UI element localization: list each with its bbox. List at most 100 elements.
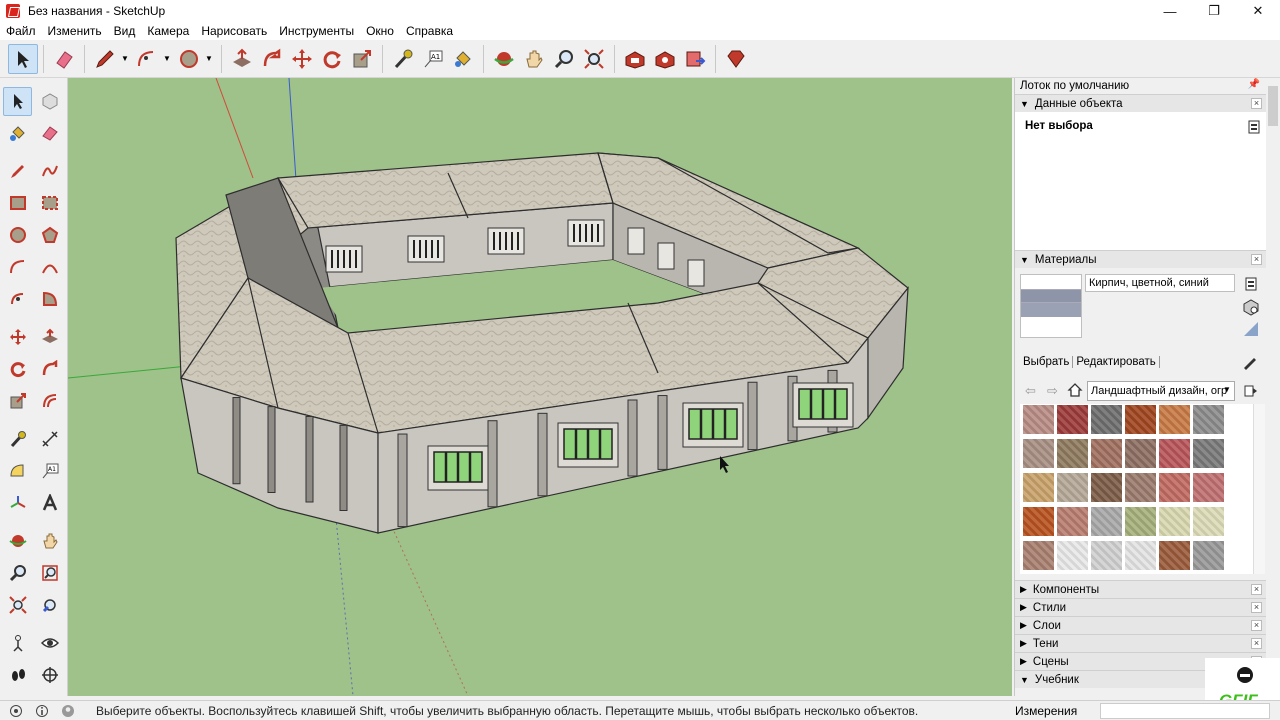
material-swatch[interactable] [1125,439,1156,468]
arc-tool-button[interactable] [132,44,162,74]
material-swatch[interactable] [1159,507,1190,536]
rotate-button[interactable] [317,44,347,74]
zoom-button[interactable] [549,44,579,74]
components-header[interactable]: ▶ Компоненты × [1015,580,1266,598]
close-icon[interactable]: × [1251,638,1262,649]
details-arrow-icon[interactable] [1244,384,1258,398]
freehand-tool-button[interactable] [35,157,64,186]
move-tool-button[interactable] [3,323,32,352]
menu-camera[interactable]: Камера [141,24,195,38]
paint-bucket-button[interactable] [448,44,478,74]
material-swatch[interactable] [1193,541,1224,570]
position-camera-button[interactable] [3,629,32,658]
polygon-tool-button[interactable] [35,221,64,250]
select-tool-button[interactable] [3,86,32,116]
menu-file[interactable]: Файл [0,24,42,38]
material-swatch[interactable] [1091,507,1122,536]
tray-scrollbar[interactable] [1266,78,1280,696]
material-swatch[interactable] [1193,507,1224,536]
materials-header[interactable]: ▼ Материалы × [1015,250,1266,268]
pin-icon[interactable]: 📌 [1248,79,1260,90]
material-swatch[interactable] [1091,405,1122,434]
material-swatch[interactable] [1091,541,1122,570]
extension-warehouse-button[interactable] [650,44,680,74]
default-material-icon[interactable] [1242,320,1260,338]
push-pull-tool-button[interactable] [35,323,64,352]
material-swatch[interactable] [1159,541,1190,570]
material-swatch[interactable] [1057,507,1088,536]
scale-button[interactable] [347,44,377,74]
building-model[interactable] [68,78,1012,696]
tray-scroll-thumb[interactable] [1268,86,1278,126]
arc-dropdown[interactable]: ▼ [162,44,172,74]
axes-tool-button[interactable] [3,489,32,518]
line-tool-button[interactable] [3,157,32,186]
material-swatch[interactable] [1159,405,1190,434]
close-icon[interactable]: ✕ [1236,0,1280,22]
zoom-window-tool-button[interactable] [35,559,64,588]
two-point-arc-button[interactable] [35,253,64,282]
library-dropdown[interactable]: Ландшафтный дизайн, огр [1087,381,1235,401]
tape-measure-button[interactable] [388,44,418,74]
shadows-header[interactable]: ▶ Тени × [1015,634,1266,652]
menu-tools[interactable]: Инструменты [273,24,360,38]
eraser-tool-button[interactable] [49,44,79,74]
pie-tool-button[interactable] [35,285,64,314]
tape-measure-tool-button[interactable] [3,425,32,454]
send-to-layout-button[interactable] [680,44,710,74]
material-swatch[interactable] [1193,473,1224,502]
previous-view-button[interactable] [35,591,64,620]
material-swatch[interactable] [1159,439,1190,468]
material-swatch[interactable] [1125,473,1156,502]
scale-tool-button[interactable] [3,387,32,416]
follow-me-button[interactable] [257,44,287,74]
shapes-tool-button[interactable] [174,44,204,74]
menu-help[interactable]: Справка [400,24,459,38]
rectangle-tool-button[interactable] [3,189,32,218]
material-swatch[interactable] [1091,439,1122,468]
close-icon[interactable]: × [1251,98,1262,109]
move-button[interactable] [287,44,317,74]
sample-paint-icon[interactable] [1242,354,1258,370]
close-icon[interactable]: × [1251,620,1262,631]
forward-arrow-icon[interactable]: ⇨ [1047,383,1058,399]
pan-button[interactable] [519,44,549,74]
details-icon[interactable] [1244,276,1258,292]
three-point-arc-button[interactable] [3,285,32,314]
measurements-field[interactable] [1100,703,1270,719]
orbit-button[interactable] [489,44,519,74]
offset-tool-button[interactable] [35,387,64,416]
material-swatch[interactable] [1023,405,1054,434]
material-swatch[interactable] [1125,405,1156,434]
material-swatch[interactable] [1057,405,1088,434]
walk-tool-button[interactable] [3,661,32,690]
material-swatch[interactable] [1125,541,1156,570]
select-tool-button[interactable] [8,43,38,74]
zoom-extents-tool-button[interactable] [3,591,32,620]
follow-me-tool-button[interactable] [35,355,64,384]
menu-window[interactable]: Окно [360,24,400,38]
paint-bucket-button[interactable] [3,119,32,148]
entity-info-details-icon[interactable] [1248,120,1260,134]
entity-info-header[interactable]: ▼ Данные объекта × [1015,94,1266,112]
material-swatch[interactable] [1023,541,1054,570]
chevron-down-icon[interactable]: ▼ [1223,385,1231,394]
restore-icon[interactable]: ❐ [1192,0,1236,22]
menu-edit[interactable]: Изменить [42,24,108,38]
rotated-rectangle-button[interactable] [35,189,64,218]
material-swatch[interactable] [1023,507,1054,536]
menu-view[interactable]: Вид [108,24,142,38]
material-name-field[interactable]: Кирпич, цветной, синий [1085,274,1235,292]
pencil-dropdown[interactable]: ▼ [120,44,130,74]
credits-info-icon[interactable] [32,703,52,719]
circle-tool-button[interactable] [3,221,32,250]
menu-draw[interactable]: Нарисовать [195,24,273,38]
tab-select[interactable]: Выбрать [1020,356,1074,368]
pencil-tool-button[interactable] [90,44,120,74]
arc-tool-button[interactable] [3,253,32,282]
close-icon[interactable]: × [1251,602,1262,613]
material-swatch[interactable] [1057,439,1088,468]
material-swatch[interactable] [1091,473,1122,502]
material-swatch[interactable] [1193,405,1224,434]
close-icon[interactable]: × [1251,584,1262,595]
